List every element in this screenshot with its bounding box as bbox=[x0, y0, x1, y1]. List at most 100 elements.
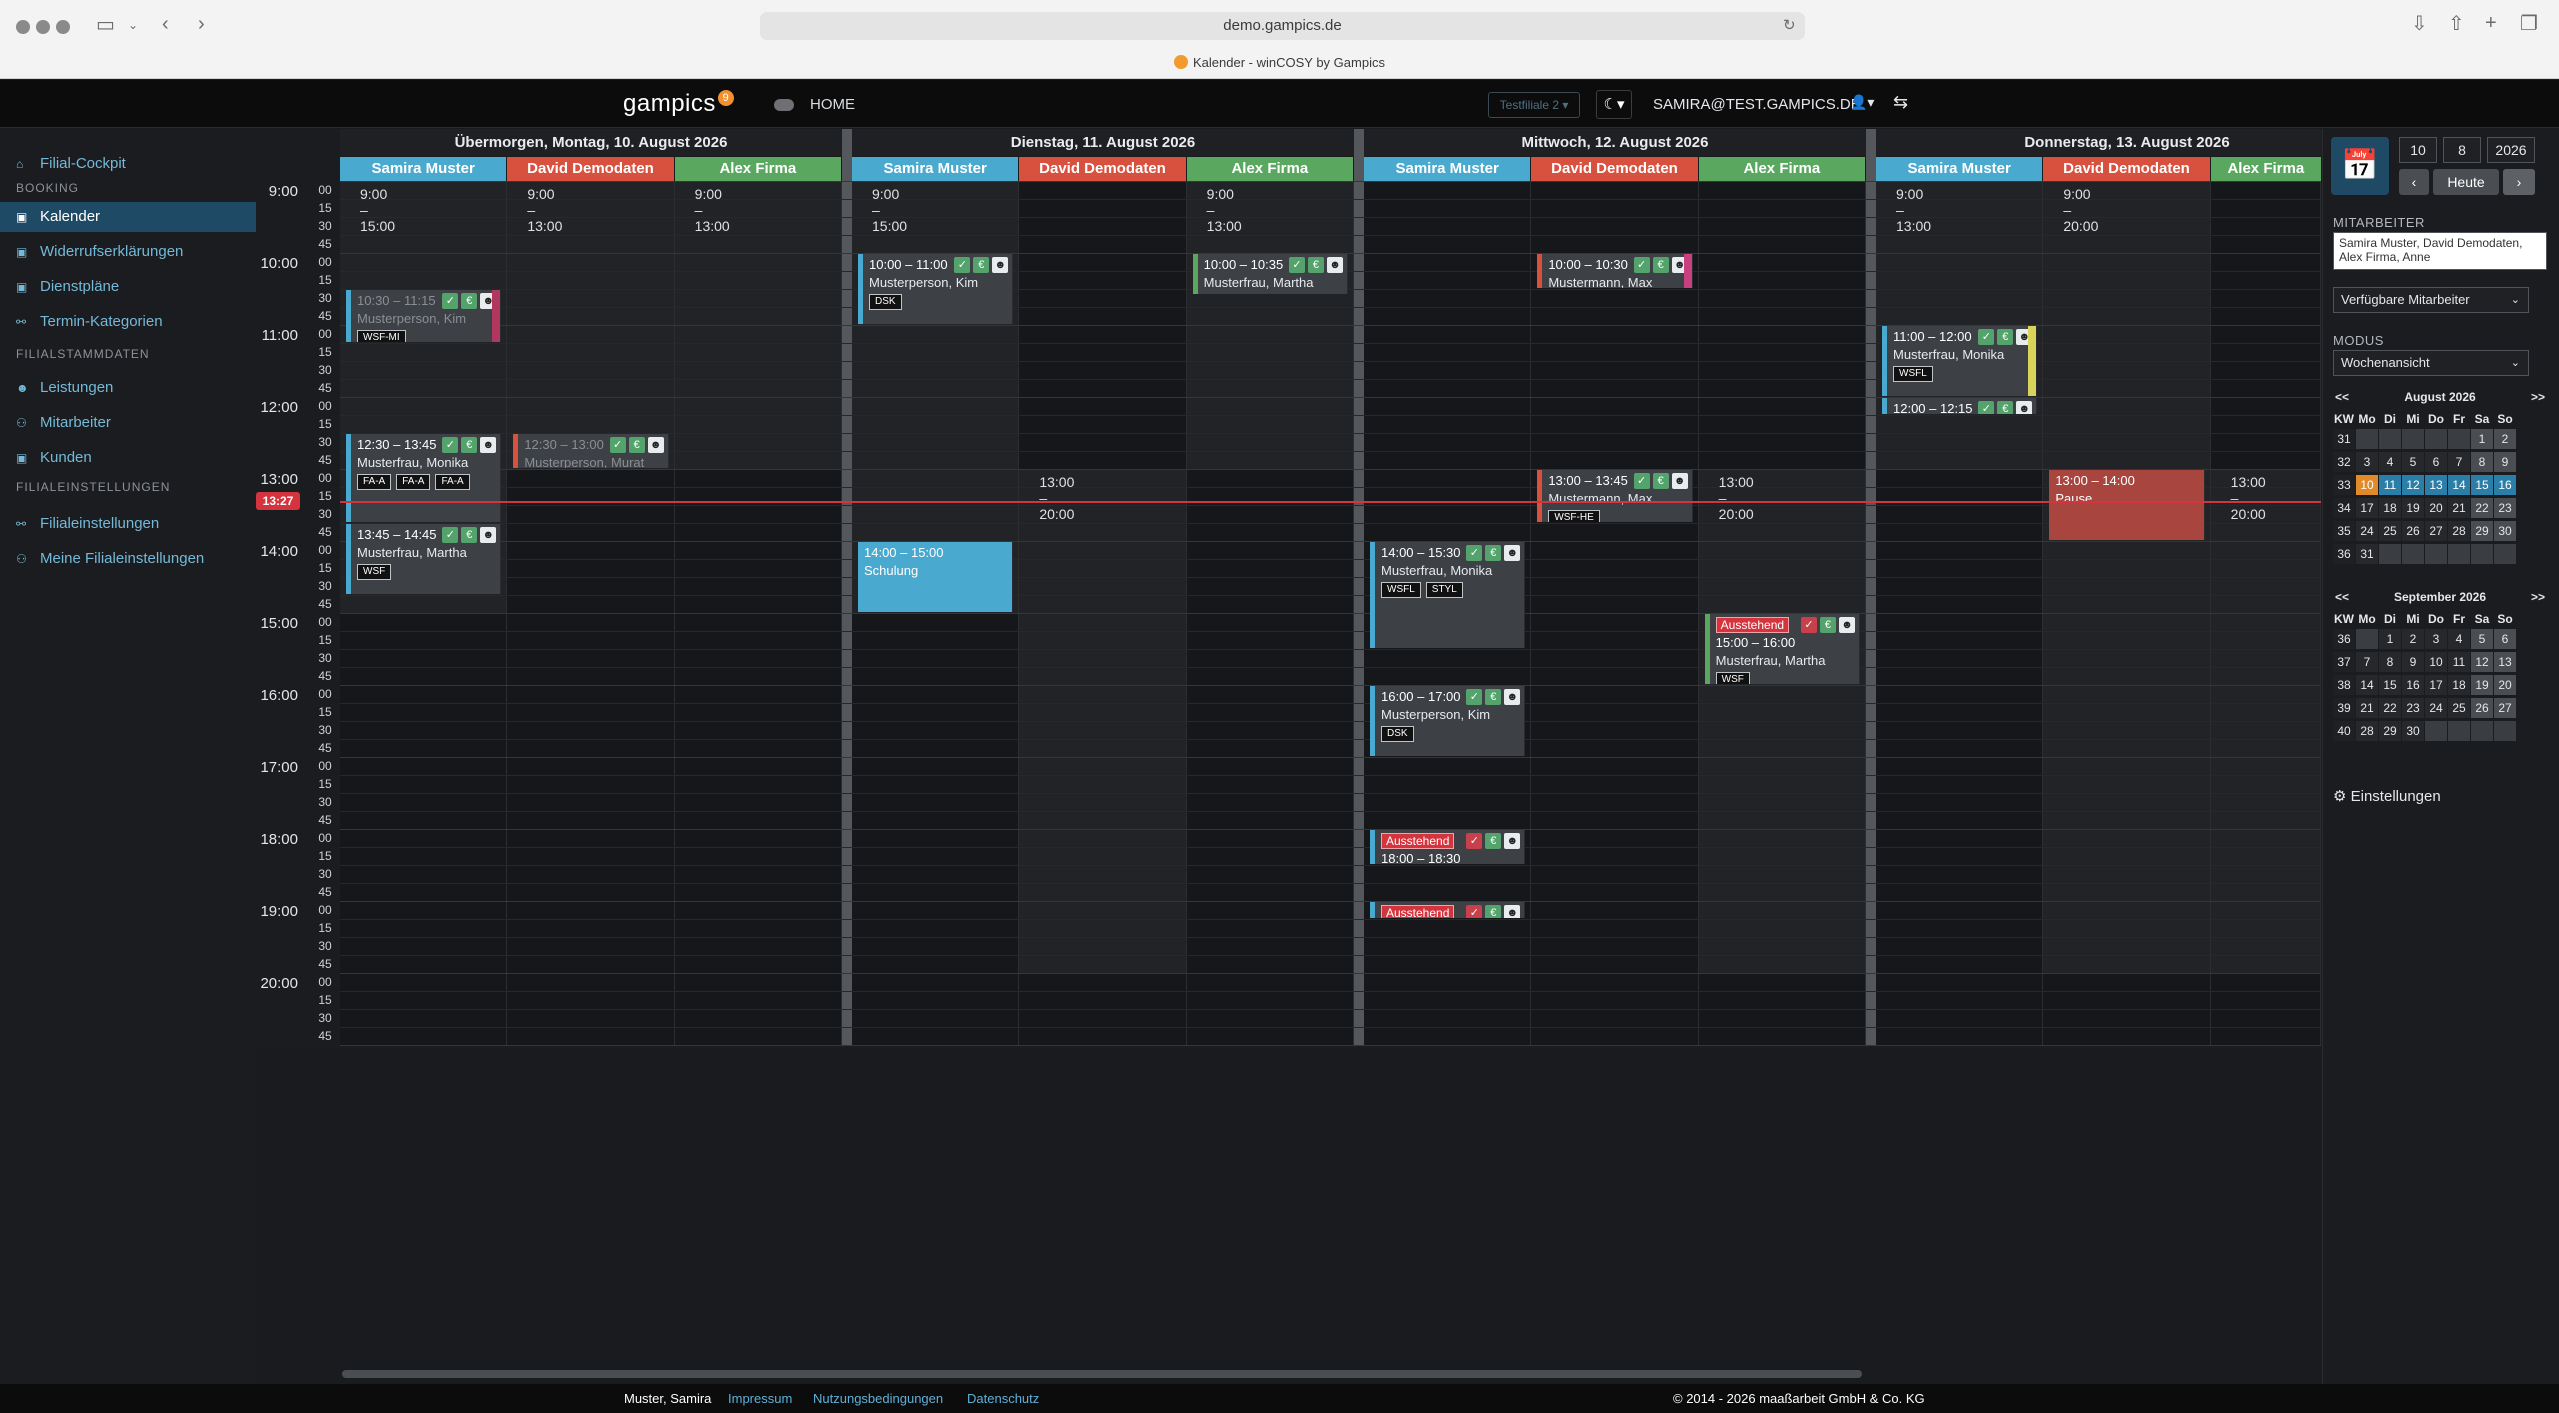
employee-header[interactable]: David Demodaten bbox=[1019, 157, 1186, 181]
minical-day[interactable]: 8 bbox=[2471, 452, 2493, 472]
impressum-link[interactable]: Impressum bbox=[728, 1384, 792, 1413]
new-tab-icon[interactable]: + bbox=[2485, 11, 2497, 35]
appointment-event[interactable]: 11:00 – 12:00 Musterfrau, Monika ✓ € ☻ WSFL bbox=[1882, 326, 2038, 396]
employee-header[interactable]: Samira Muster bbox=[1876, 157, 2043, 181]
minical-day[interactable]: 1 bbox=[2379, 629, 2401, 649]
employee-header[interactable]: David Demodaten bbox=[507, 157, 674, 181]
minical-day[interactable]: 31 bbox=[2356, 544, 2378, 564]
minical-day[interactable]: 5 bbox=[2471, 629, 2493, 649]
appointment-event[interactable]: 16:00 – 17:00 Musterperson, Kim ✓ € ☻ DSK bbox=[1370, 686, 1526, 756]
minical-day[interactable]: 21 bbox=[2448, 498, 2470, 518]
minical-day[interactable]: 26 bbox=[2471, 698, 2493, 718]
minical-day[interactable]: 7 bbox=[2356, 652, 2378, 672]
employee-header[interactable]: David Demodaten bbox=[1531, 157, 1698, 181]
appointment-event[interactable]: Ausstehend 15:00 – 16:00 Musterfrau, Marth… bbox=[1704, 614, 1860, 684]
tab-overview-icon[interactable]: ❐ bbox=[2520, 12, 2538, 36]
sidebar-item-0[interactable]: ⌂ Filial-Cockpit bbox=[0, 149, 256, 179]
user-check-icon[interactable]: ☻ bbox=[1838, 617, 1855, 633]
minical-day[interactable]: 19 bbox=[2402, 498, 2424, 518]
appointment-event[interactable]: 10:00 – 11:00 Musterperson, Kim ✓ € ☻ DSK bbox=[858, 254, 1014, 324]
gampics-logo[interactable]: gampics 9 bbox=[623, 90, 734, 118]
prev-month-icon[interactable]: << bbox=[2335, 389, 2349, 405]
forward-icon[interactable]: › bbox=[198, 12, 205, 36]
sidebar-item-7[interactable]: ▣ Kunden bbox=[0, 443, 256, 473]
sidebar-toggle-switch[interactable] bbox=[774, 99, 794, 111]
filiale-select[interactable]: Testfiliale 2 ▾ bbox=[1488, 92, 1580, 118]
minical-day[interactable]: 28 bbox=[2448, 521, 2470, 541]
next-month-icon[interactable]: >> bbox=[2531, 389, 2545, 405]
appointment-event[interactable]: 13:00 – 13:45 Mustermann, Max ✓ € ☻ WSF-HE bbox=[1537, 470, 1693, 522]
minical-day[interactable]: 1 bbox=[2471, 429, 2493, 449]
minical-day[interactable]: 11 bbox=[2379, 475, 2401, 495]
minical-day[interactable]: 14 bbox=[2448, 475, 2470, 495]
close-window-dot[interactable] bbox=[16, 20, 30, 34]
user-check-icon[interactable]: ☻ bbox=[1671, 473, 1688, 489]
user-email[interactable]: SAMIRA@TEST.GAMPICS.DE bbox=[1653, 96, 1861, 113]
minical-day[interactable]: 18 bbox=[2379, 498, 2401, 518]
minical-day[interactable]: 15 bbox=[2471, 475, 2493, 495]
horizontal-scrollbar[interactable] bbox=[342, 1370, 1862, 1378]
sidebar-item-6[interactable]: ⚇ Mitarbeiter bbox=[0, 408, 256, 438]
user-check-icon[interactable]: ☻ bbox=[1326, 257, 1343, 273]
share-icon[interactable]: ⇧ bbox=[2448, 12, 2465, 36]
minical-day[interactable]: 10 bbox=[2425, 652, 2447, 672]
nutzungsbedingungen-link[interactable]: Nutzungsbedingungen bbox=[813, 1384, 943, 1413]
minical-day[interactable]: 11 bbox=[2448, 652, 2470, 672]
minical-day[interactable]: 3 bbox=[2425, 629, 2447, 649]
month-input[interactable]: 8 bbox=[2443, 137, 2481, 163]
minimize-window-dot[interactable] bbox=[36, 20, 50, 34]
add-appointment-calendar-icon[interactable]: 📅 bbox=[2331, 137, 2389, 195]
minical-day[interactable]: 29 bbox=[2379, 721, 2401, 741]
appointment-event[interactable]: 10:30 – 11:15 Musterperson, Kim ✓ € ☻ WSF-MI bbox=[346, 290, 502, 342]
minical-day[interactable]: 30 bbox=[2402, 721, 2424, 741]
minical-day[interactable]: 20 bbox=[2425, 498, 2447, 518]
user-check-icon[interactable]: ☻ bbox=[647, 437, 664, 453]
day-input[interactable]: 10 bbox=[2399, 137, 2437, 163]
user-check-icon[interactable]: ☻ bbox=[1504, 545, 1521, 561]
home-link[interactable]: HOME bbox=[810, 96, 855, 113]
minical-day[interactable]: 5 bbox=[2402, 452, 2424, 472]
minical-day[interactable]: 6 bbox=[2494, 629, 2516, 649]
employee-header[interactable]: David Demodaten bbox=[2043, 157, 2210, 181]
user-check-icon[interactable]: ☻ bbox=[480, 437, 497, 453]
appointment-event[interactable]: Ausstehend 18:00 – 18:30 ✓ € ☻ bbox=[1370, 830, 1526, 864]
minical-day[interactable]: 8 bbox=[2379, 652, 2401, 672]
minical-day[interactable]: 19 bbox=[2471, 675, 2493, 695]
minical-day[interactable]: 27 bbox=[2425, 521, 2447, 541]
today-button[interactable]: Heute bbox=[2433, 169, 2499, 195]
minical-day[interactable]: 4 bbox=[2448, 629, 2470, 649]
year-input[interactable]: 2026 bbox=[2487, 137, 2535, 163]
sidebar-item-4[interactable]: ⚯ Termin-Kategorien bbox=[0, 307, 256, 337]
employee-header[interactable]: Samira Muster bbox=[340, 157, 507, 181]
address-bar[interactable]: demo.gampics.de bbox=[760, 12, 1805, 40]
reload-icon[interactable]: ↻ bbox=[1783, 14, 1796, 38]
minical-day[interactable]: 13 bbox=[2494, 652, 2516, 672]
minical-day[interactable]: 14 bbox=[2356, 675, 2378, 695]
minical-day[interactable]: 29 bbox=[2471, 521, 2493, 541]
minical-day[interactable]: 28 bbox=[2356, 721, 2378, 741]
sidebar-item-9[interactable]: ⚇ Meine Filialeinstellungen bbox=[0, 544, 256, 574]
minical-day[interactable]: 24 bbox=[2356, 521, 2378, 541]
minical-day[interactable]: 22 bbox=[2379, 698, 2401, 718]
minical-day[interactable]: 4 bbox=[2379, 452, 2401, 472]
sidebar-toggle-icon[interactable]: ▭ bbox=[96, 13, 115, 37]
back-icon[interactable]: ‹ bbox=[162, 12, 169, 36]
appointment-event[interactable]: 14:00 – 15:00 Schulung bbox=[858, 542, 1014, 612]
user-check-icon[interactable]: ☻ bbox=[992, 257, 1009, 273]
minical-day[interactable]: 24 bbox=[2425, 698, 2447, 718]
appointment-event[interactable]: 13:45 – 14:45 Musterfrau, Martha ✓ € ☻ WSF bbox=[346, 524, 502, 594]
minical-day[interactable]: 21 bbox=[2356, 698, 2378, 718]
minical-day[interactable]: 3 bbox=[2356, 452, 2378, 472]
prev-month-icon[interactable]: << bbox=[2335, 589, 2349, 605]
user-check-icon[interactable]: ☻ bbox=[2016, 401, 2033, 414]
datenschutz-link[interactable]: Datenschutz bbox=[967, 1384, 1039, 1413]
employee-header[interactable]: Samira Muster bbox=[1364, 157, 1531, 181]
sidebar-item-5[interactable]: ☻ Leistungen bbox=[0, 373, 256, 403]
user-check-icon[interactable]: ☻ bbox=[1504, 689, 1521, 705]
minical-day[interactable]: 17 bbox=[2356, 498, 2378, 518]
minical-day[interactable]: 27 bbox=[2494, 698, 2516, 718]
employee-header[interactable]: Alex Firma bbox=[2210, 157, 2321, 181]
next-week-button[interactable]: › bbox=[2503, 169, 2535, 195]
next-month-icon[interactable]: >> bbox=[2531, 589, 2545, 605]
user-icon[interactable]: 👤▾ bbox=[1850, 94, 1874, 111]
